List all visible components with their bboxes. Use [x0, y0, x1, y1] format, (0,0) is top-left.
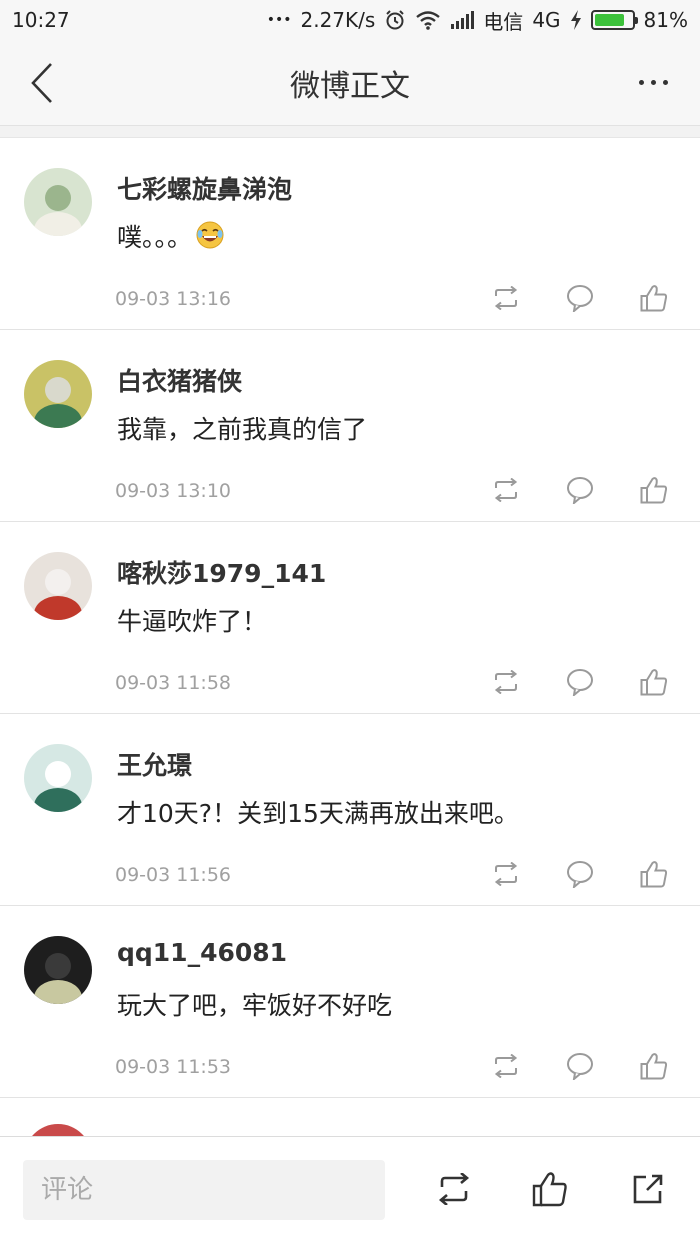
status-indicators: ••• 2.27K/s 电信 4G 81% [267, 6, 688, 35]
comment-text: 牛逼吹炸了！ [117, 607, 268, 636]
battery-percent: 81% [643, 8, 688, 32]
nav-bar: 微博正文 [0, 40, 700, 126]
comment-item[interactable]: 白衣猪猪侠我靠，之前我真的信了 09-03 13:10 [0, 330, 700, 522]
repost-button[interactable] [488, 1048, 524, 1084]
like-button[interactable] [636, 1048, 672, 1084]
comment-item[interactable]: qq11_46081 玩大了吧，牢饭好不好吃 09-03 11:53 [0, 906, 700, 1098]
like-button[interactable] [636, 856, 672, 892]
comment-text: 玩大了吧，牢饭好不好吃 [117, 991, 393, 1020]
like-icon [532, 1172, 567, 1207]
comment-icon [567, 669, 593, 696]
avatar[interactable] [24, 552, 92, 620]
comments-container: 七彩螺旋鼻涕泡 噗。。。 09-03 13:16 白衣猪猪侠我靠，之前我真的信了 09-… [0, 138, 700, 1098]
comment-time: 09-03 11:58 [115, 672, 232, 694]
comment-text: 我靠，之前我真的信了 [117, 415, 368, 444]
charging-icon [570, 10, 581, 30]
like-icon [640, 477, 668, 504]
network-type: 4G [532, 8, 561, 32]
comment-text: 噗。。。 [117, 218, 225, 254]
reply-button[interactable] [562, 664, 598, 700]
repost-button[interactable] [488, 856, 524, 892]
status-time: 10:27 [12, 8, 70, 32]
repost-icon [494, 286, 518, 310]
comment-item[interactable]: 喀秋莎1979_141 牛逼吹炸了！ 09-03 11:58 [0, 522, 700, 714]
back-button[interactable] [22, 58, 62, 108]
page-title: 微博正文 [290, 68, 410, 104]
comment-actions [488, 664, 672, 700]
comment-icon [567, 477, 593, 504]
repost-icon [438, 1173, 470, 1205]
repost-icon [494, 862, 518, 886]
avatar[interactable] [24, 936, 92, 1004]
comment-icon [567, 1053, 593, 1080]
comment-item[interactable]: 七彩螺旋鼻涕泡 噗。。。 09-03 13:16 [0, 138, 700, 330]
wifi-icon [416, 11, 441, 30]
comment-list[interactable]: 七彩螺旋鼻涕泡 噗。。。 09-03 13:16 白衣猪猪侠我靠，之前我真的信了 09-… [0, 126, 700, 1136]
like-button[interactable] [636, 472, 672, 508]
laughing-tears-emoji [196, 221, 224, 249]
alarm-icon [386, 10, 405, 30]
repost-icon [494, 478, 518, 502]
repost-button[interactable] [488, 280, 524, 316]
list-top-divider [0, 126, 700, 138]
comment-time: 09-03 13:10 [115, 480, 232, 502]
share-icon [633, 1174, 663, 1204]
reply-button[interactable] [562, 856, 598, 892]
battery-icon [590, 10, 638, 30]
comment-time: 09-03 11:56 [115, 864, 232, 886]
bottom-toolbar: 评论 [0, 1136, 700, 1243]
signal-icon [451, 11, 475, 29]
comment-author[interactable]: 七彩螺旋鼻涕泡 [117, 170, 292, 206]
repost-icon [494, 670, 518, 694]
repost-icon [494, 1054, 518, 1078]
comment-actions [488, 1048, 672, 1084]
comment-input[interactable]: 评论 [23, 1160, 385, 1220]
comment-actions [488, 472, 672, 508]
like-button[interactable] [636, 280, 672, 316]
repost-button[interactable] [488, 472, 524, 508]
comment-actions [488, 280, 672, 316]
comment-item[interactable]: 王允璟才10天?！关到15天满再放出来吧。 09-03 11:56 [0, 714, 700, 906]
partial-comment [0, 1098, 700, 1136]
comment-icon [567, 861, 593, 888]
comment-text: 才10天?！关到15天满再放出来吧。 [117, 799, 519, 828]
network-speed: 2.27K/s [300, 8, 376, 32]
comment-time: 09-03 13:16 [115, 288, 232, 310]
like-icon [640, 669, 668, 696]
like-icon [640, 1053, 668, 1080]
like-button[interactable] [636, 664, 672, 700]
avatar[interactable] [24, 168, 92, 236]
like-icon [640, 285, 668, 312]
repost-button[interactable] [488, 664, 524, 700]
comment-author[interactable]: 王允璟 [117, 746, 192, 782]
comment-author[interactable]: 白衣猪猪侠 [117, 362, 242, 398]
comment-icon [567, 285, 593, 312]
like-button[interactable] [528, 1167, 572, 1211]
status-bar: 10:27 ••• 2.27K/s 电信 4G 81% [0, 0, 700, 40]
share-button[interactable] [626, 1167, 670, 1211]
repost-button[interactable] [432, 1167, 476, 1211]
reply-button[interactable] [562, 280, 598, 316]
comment-actions [488, 856, 672, 892]
like-icon [640, 861, 668, 888]
battery-fill [594, 14, 624, 26]
avatar[interactable] [24, 1124, 92, 1136]
comment-author[interactable]: qq11_46081 [117, 938, 287, 967]
status-dots: ••• [266, 12, 292, 28]
reply-button[interactable] [562, 1048, 598, 1084]
avatar[interactable] [24, 360, 92, 428]
more-dots-icon [638, 79, 644, 85]
comment-time: 09-03 11:53 [115, 1056, 232, 1078]
chevron-left-icon [31, 63, 52, 103]
comment-author[interactable]: 喀秋莎1979_141 [117, 554, 326, 590]
more-button[interactable] [628, 62, 678, 102]
carrier-name: 电信 [483, 9, 524, 34]
avatar[interactable] [24, 744, 92, 812]
reply-button[interactable] [562, 472, 598, 508]
